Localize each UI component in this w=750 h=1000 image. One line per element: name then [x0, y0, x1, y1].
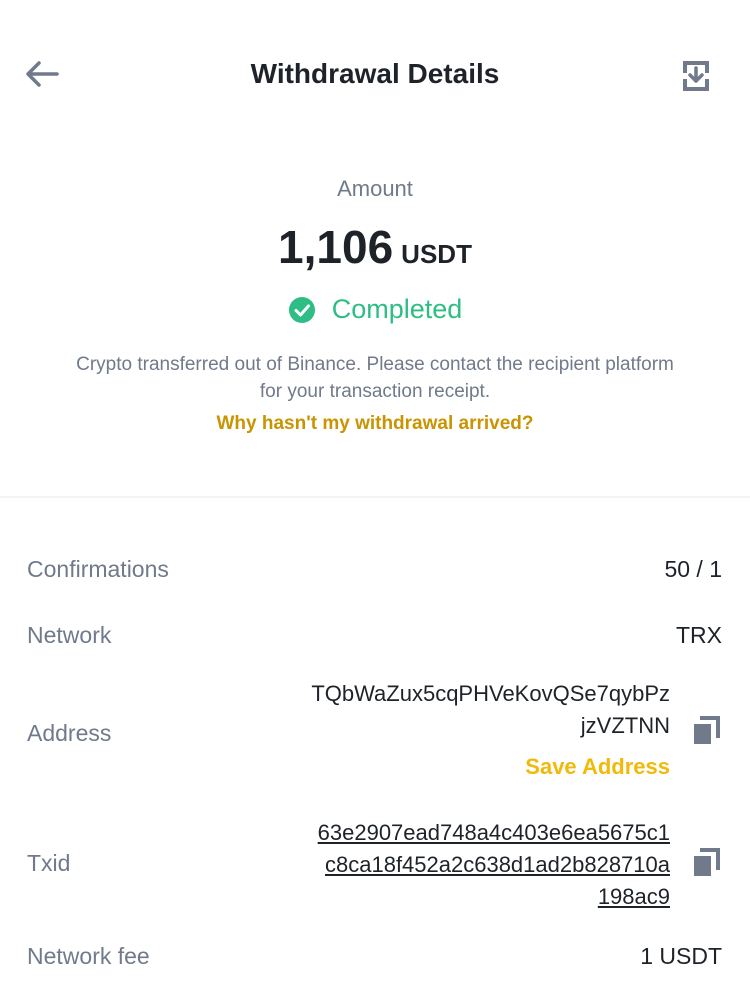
txid-line[interactable]: 198ac9: [230, 881, 670, 913]
address-line: jzVZTNN: [580, 713, 670, 738]
amount-row: 1,106 USDT: [0, 220, 750, 274]
amount-label: Amount: [337, 176, 413, 201]
amount-value: 1,106: [278, 221, 394, 273]
header: Withdrawal Details: [0, 0, 750, 150]
confirmations-value: 50 / 1: [664, 556, 722, 582]
copy-icon: [694, 716, 720, 744]
notice-text: Crypto transferred out of Binance. Pleas…: [25, 351, 725, 405]
network-value: TRX: [676, 622, 722, 648]
amount-unit: USDT: [401, 239, 472, 269]
address-value: TQbWaZux5cqPHVeKovQSe7qybPz jzVZTNN: [230, 678, 670, 742]
address-line: TQbWaZux5cqPHVeKovQSe7qybPz: [311, 681, 670, 706]
download-icon: [683, 61, 709, 91]
txid-line[interactable]: c8ca18f452a2c638d1ad2b828710a: [230, 849, 670, 881]
copy-address-button[interactable]: [692, 716, 720, 746]
notice-line: for your transaction receipt.: [259, 381, 491, 402]
check-circle-icon: [288, 296, 315, 323]
txid-label: Txid: [27, 850, 71, 876]
save-address-link[interactable]: Save Address: [525, 754, 670, 780]
network-fee-value: 1 USDT: [640, 943, 722, 969]
download-button[interactable]: [676, 56, 716, 96]
page-title: Withdrawal Details: [250, 58, 500, 89]
network-fee-label: Network fee: [27, 943, 150, 969]
status-text: Completed: [331, 294, 463, 324]
address-label: Address: [27, 720, 112, 746]
copy-icon: [694, 848, 720, 876]
withdrawal-help-link[interactable]: Why hasn't my withdrawal arrived?: [0, 413, 750, 435]
confirmations-label: Confirmations: [27, 556, 169, 582]
copy-txid-button[interactable]: [692, 848, 720, 878]
txid-link[interactable]: 63e2907ead748a4c403e6ea5675c1 c8ca18f452…: [230, 817, 670, 913]
network-label: Network: [27, 622, 112, 648]
divider: [0, 496, 750, 498]
txid-line[interactable]: 63e2907ead748a4c403e6ea5675c1: [230, 817, 670, 849]
summary-section: Amount 1,106 USDT Completed Crypto trans…: [0, 170, 750, 435]
notice-line: Crypto transferred out of Binance. Pleas…: [76, 354, 674, 375]
status-row: Completed: [0, 294, 750, 325]
